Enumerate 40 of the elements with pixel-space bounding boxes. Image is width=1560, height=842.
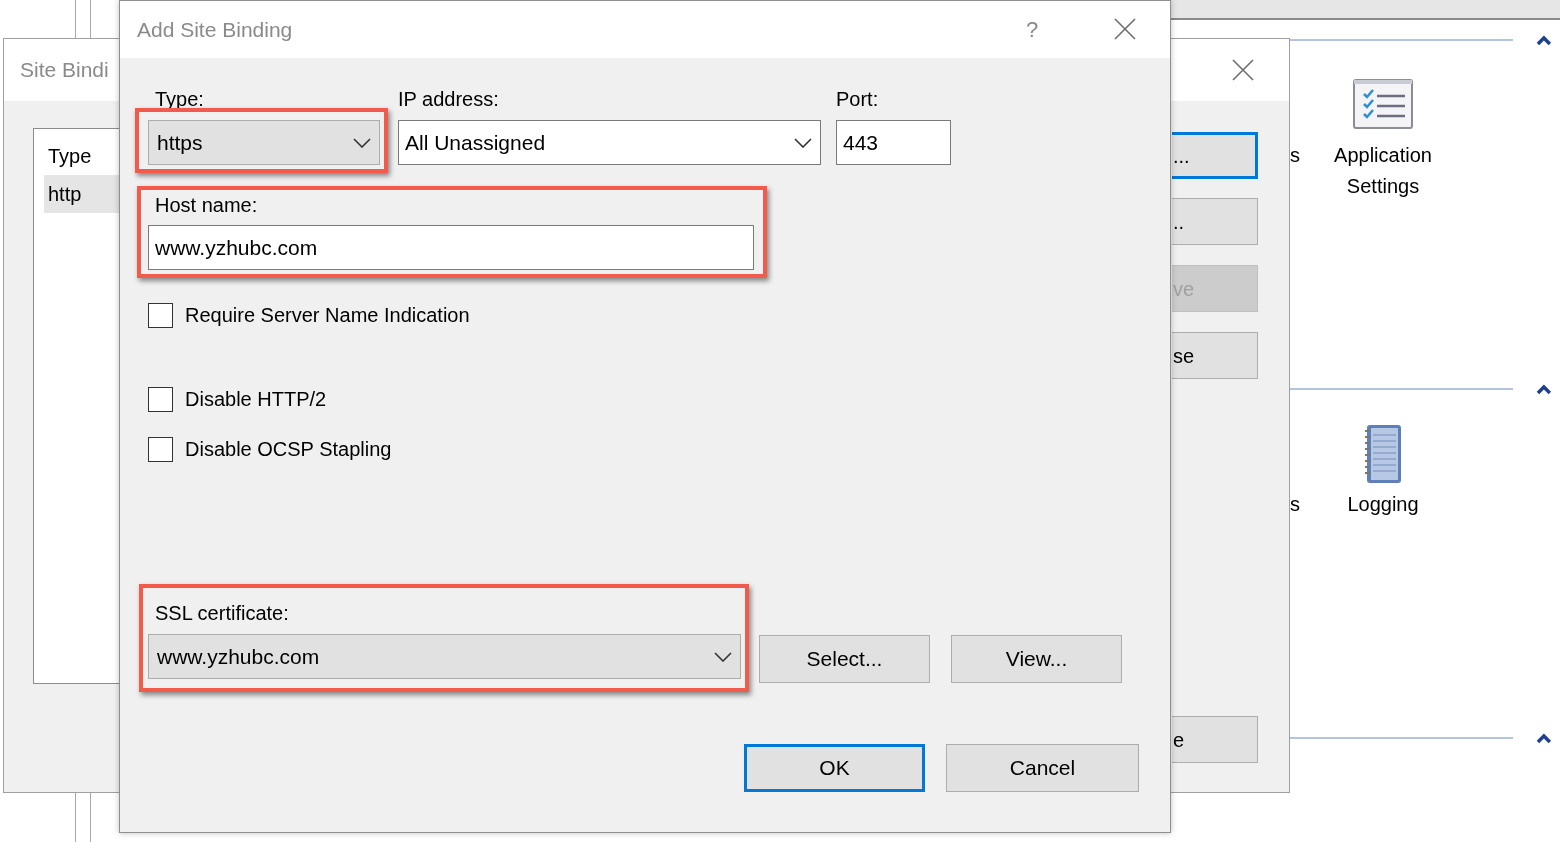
port-field[interactable]: 443 [836, 120, 951, 165]
feature-label[interactable]: Application Settings [1313, 140, 1453, 202]
collapse-icon[interactable] [1536, 34, 1552, 46]
field-label: IP address: [398, 87, 499, 112]
close-icon[interactable] [1113, 17, 1137, 41]
checkbox-option[interactable]: Disable OCSP Stapling [148, 434, 392, 464]
window-title: Site Bindi [20, 57, 109, 84]
side-button[interactable]: .. [1172, 198, 1258, 245]
dialog-button[interactable]: OK [744, 744, 925, 792]
dialog-button[interactable]: Cancel [946, 744, 1139, 792]
caret-icon [714, 651, 732, 662]
checkbox-option[interactable]: Disable HTTP/2 [148, 384, 327, 414]
side-button[interactable]: ... [1172, 132, 1258, 179]
caret-icon [353, 137, 371, 148]
ip-address-dropdown[interactable]: All Unassigned [398, 120, 821, 165]
type-dropdown[interactable]: https [148, 120, 380, 165]
feature-label[interactable]: Logging [1347, 489, 1419, 520]
column-header: Type [47, 144, 93, 169]
caret-icon [794, 137, 812, 148]
field-label: Port: [836, 87, 879, 112]
certificate-button[interactable]: Select... [759, 635, 930, 683]
close-icon[interactable] [1231, 58, 1255, 82]
feature-label[interactable]: s [1290, 423, 1300, 520]
host-name-field[interactable]: www.yzhubc.com [148, 225, 754, 270]
checkbox-option[interactable]: Require Server Name Indication [148, 300, 470, 330]
side-button[interactable]: se [1172, 332, 1258, 379]
checkbox[interactable] [148, 436, 173, 462]
dialog-title: Add Site Binding [137, 16, 293, 43]
feature-label[interactable]: s [1290, 74, 1300, 202]
collapse-icon[interactable] [1536, 732, 1552, 744]
certificate-dropdown[interactable]: www.yzhubc.com [148, 634, 741, 679]
certificate-button[interactable]: View... [951, 635, 1122, 683]
field-label: Type: [154, 87, 204, 112]
collapse-icon[interactable] [1536, 383, 1552, 395]
field-label: Host name: [154, 193, 258, 218]
list-row[interactable]: http [44, 175, 120, 213]
checkbox[interactable] [148, 386, 173, 412]
checkbox[interactable] [148, 302, 173, 328]
side-button[interactable]: e [1172, 716, 1258, 763]
field-label: SSL certificate: [154, 601, 289, 626]
